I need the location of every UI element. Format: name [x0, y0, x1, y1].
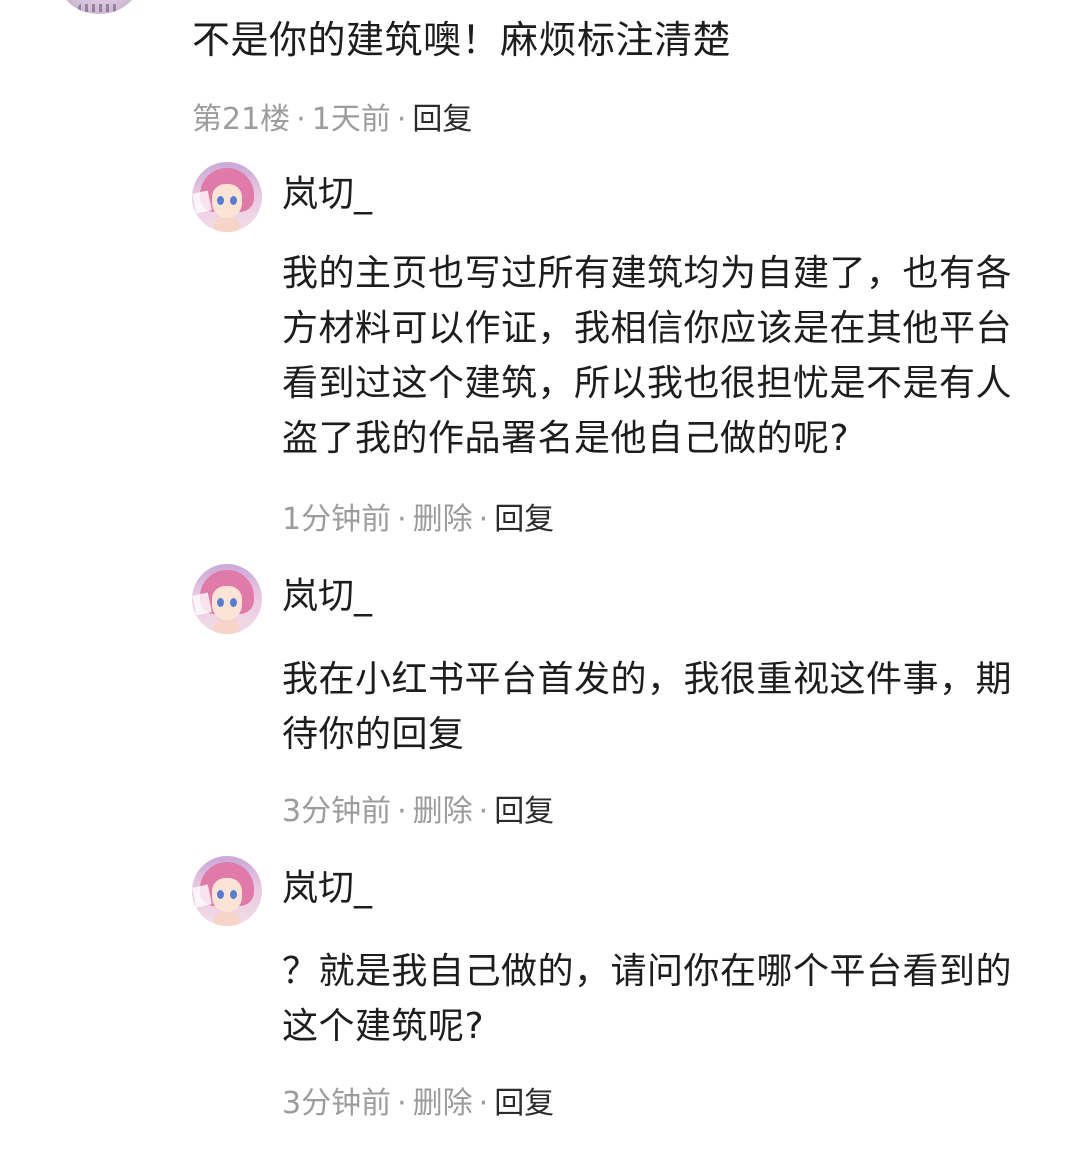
delete-button[interactable]: 删除 [413, 1086, 473, 1121]
reply-text: 我在小红书平台首发的，我很重视这件事，期待你的回复 [282, 659, 1013, 755]
reply-text: 我的主页也写过所有建筑均为自建了，也有各方材料可以作证，我相信你应该是在其他平台… [282, 253, 1013, 459]
username[interactable]: 岚切_ [282, 170, 372, 220]
avatar[interactable] [192, 162, 262, 232]
meta-separator: · [397, 794, 407, 829]
avatar[interactable] [192, 856, 262, 926]
delete-button[interactable]: 删除 [413, 794, 473, 829]
parent-comment-meta: 第21楼 · 1天前 · 回复 [192, 100, 472, 140]
reply-meta: 1分钟前 · 删除 · 回复 [282, 500, 554, 540]
reply-button[interactable]: 回复 [412, 102, 472, 137]
reply-button[interactable]: 回复 [494, 1086, 554, 1121]
reply-meta: 3分钟前 · 删除 · 回复 [282, 792, 554, 832]
meta-separator: · [397, 502, 407, 537]
parent-avatar[interactable] [58, 0, 140, 14]
floor-label: 第21楼 [192, 102, 291, 137]
timestamp: 3分钟前 [282, 794, 392, 829]
meta-separator: · [478, 1086, 489, 1121]
avatar[interactable] [192, 564, 262, 634]
meta-separator: · [296, 102, 306, 137]
reply-meta: 3分钟前 · 删除 · 回复 [282, 1084, 554, 1124]
meta-separator: · [397, 1086, 407, 1121]
meta-separator: · [396, 102, 407, 137]
timestamp: 1天前 [311, 102, 391, 137]
meta-separator: · [478, 502, 489, 537]
reply-text: ？就是我自己做的，请问你在哪个平台看到的这个建筑呢? [282, 951, 1013, 1047]
timestamp: 1分钟前 [282, 502, 392, 537]
meta-separator: · [478, 794, 489, 829]
reply-button[interactable]: 回复 [494, 794, 554, 829]
username[interactable]: 岚切_ [282, 864, 372, 914]
delete-button[interactable]: 删除 [413, 502, 473, 537]
username[interactable]: 岚切_ [282, 572, 372, 622]
parent-comment-text: 不是你的建筑噢！麻烦标注清楚 [192, 18, 732, 62]
timestamp: 3分钟前 [282, 1086, 392, 1121]
reply-button[interactable]: 回复 [494, 502, 554, 537]
